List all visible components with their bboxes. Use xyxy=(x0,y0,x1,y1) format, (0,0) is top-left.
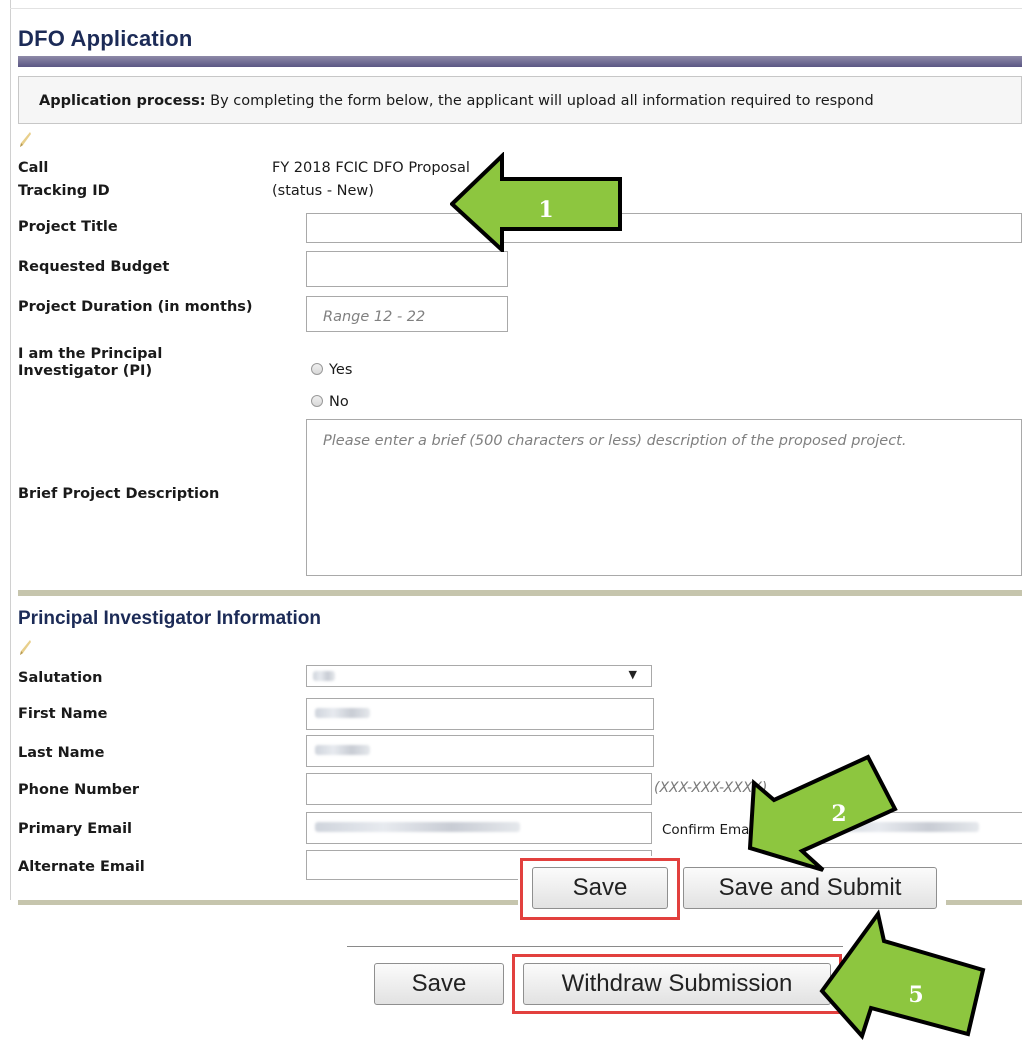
requested-budget-label: Requested Budget xyxy=(18,259,170,275)
pi-yes-label[interactable]: Yes xyxy=(329,362,352,378)
arrow-5-number: 5 xyxy=(908,982,923,1008)
pi-label-line2: Investigator (PI) xyxy=(18,363,153,379)
call-label: Call xyxy=(18,160,49,176)
tracking-id-value: (status - New) xyxy=(272,183,374,199)
brief-description-textarea[interactable]: Please enter a brief (500 characters or … xyxy=(306,419,1022,576)
first-name-input[interactable] xyxy=(306,698,654,730)
pencil-icon[interactable] xyxy=(20,132,31,147)
tracking-id-label: Tracking ID xyxy=(18,183,110,199)
process-label: Application process: xyxy=(39,93,206,109)
first-name-label: First Name xyxy=(18,706,108,722)
dropdown-arrow-icon[interactable]: ▼ xyxy=(629,668,637,681)
brief-description-placeholder: Please enter a brief (500 characters or … xyxy=(323,433,907,449)
call-value: FY 2018 FCIC DFO Proposal xyxy=(272,160,470,176)
pi-label-line1: I am the Principal xyxy=(18,346,163,362)
annotation-arrow-1: 1 xyxy=(450,152,622,252)
last-name-value-redacted xyxy=(315,745,370,755)
title-bar xyxy=(18,56,1022,67)
requested-budget-input[interactable] xyxy=(306,251,508,287)
principal-investigator-question: I am the Principal Investigator (PI) xyxy=(18,346,162,380)
project-duration-label: Project Duration (in months) xyxy=(18,299,253,315)
primary-email-input[interactable] xyxy=(306,812,652,844)
button-panel-bottom-top-border xyxy=(347,946,843,947)
project-duration-placeholder: Range 12 - 22 xyxy=(323,309,426,325)
pi-no-label[interactable]: No xyxy=(329,394,349,410)
confirm-email-label: Confirm Email xyxy=(662,822,757,838)
arrow-1-number: 1 xyxy=(538,197,553,223)
save-highlight-box xyxy=(520,858,680,920)
arrow-2-number: 2 xyxy=(831,801,846,827)
last-name-input[interactable] xyxy=(306,735,654,767)
phone-number-input[interactable] xyxy=(306,773,652,805)
pencil-icon[interactable] xyxy=(20,640,31,655)
annotation-arrow-5: 5 xyxy=(819,909,986,1040)
last-name-label: Last Name xyxy=(18,745,105,761)
first-name-value-redacted xyxy=(315,708,370,718)
annotation-arrow-2: 2 xyxy=(747,754,898,872)
withdraw-highlight-box xyxy=(512,954,842,1014)
phone-number-label: Phone Number xyxy=(18,782,140,798)
section-separator xyxy=(18,590,1022,596)
pi-section-title: Principal Investigator Information xyxy=(18,608,321,629)
salutation-select[interactable]: ▼ xyxy=(306,665,652,687)
project-duration-input[interactable]: Range 12 - 22 xyxy=(306,296,508,332)
brief-description-label: Brief Project Description xyxy=(18,486,220,502)
save-button-secondary[interactable]: Save xyxy=(374,963,504,1005)
page-title: DFO Application xyxy=(18,26,193,51)
alternate-email-label: Alternate Email xyxy=(18,859,145,875)
project-title-label: Project Title xyxy=(18,219,118,235)
salutation-label: Salutation xyxy=(18,670,103,686)
application-process-banner: Application process: By completing the f… xyxy=(18,76,1022,124)
process-text: By completing the form below, the applic… xyxy=(205,93,874,109)
pi-yes-radio[interactable] xyxy=(311,363,323,375)
page-frame-left xyxy=(10,0,11,900)
project-title-input[interactable] xyxy=(306,213,1022,243)
salutation-value-redacted xyxy=(313,671,335,681)
primary-email-label: Primary Email xyxy=(18,821,133,837)
pi-no-radio[interactable] xyxy=(311,395,323,407)
primary-email-value-redacted xyxy=(315,822,520,832)
page-frame-top xyxy=(10,8,1022,9)
